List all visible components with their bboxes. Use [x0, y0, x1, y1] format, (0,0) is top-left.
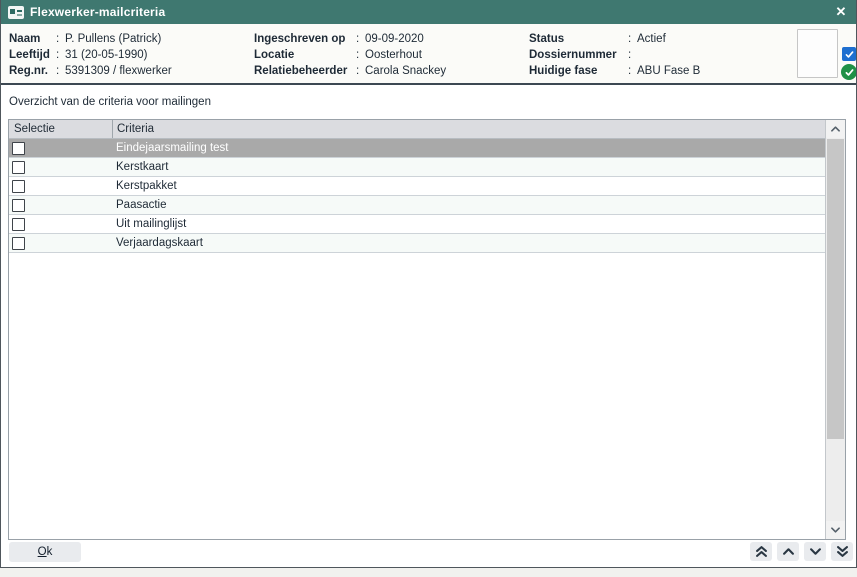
field-relatiebeheerder: Relatiebeheerder : Carola Snackey	[254, 63, 446, 79]
contact-card-icon	[8, 6, 24, 19]
field-colon: :	[356, 47, 365, 63]
field-label: Ingeschreven op	[254, 31, 356, 47]
table-row[interactable]: Verjaardagskaart	[9, 234, 825, 253]
table-row[interactable]: Paasactie	[9, 196, 825, 215]
titlebar: Flexwerker-mailcriteria ✕	[1, 0, 856, 24]
photo-placeholder	[797, 29, 838, 78]
field-label: Reg.nr.	[9, 63, 56, 79]
selection-checkbox[interactable]	[12, 142, 25, 155]
field-value: ABU Fase B	[637, 63, 700, 79]
vertical-scrollbar[interactable]	[825, 120, 845, 539]
close-icon[interactable]: ✕	[832, 3, 850, 21]
field-colon: :	[56, 63, 65, 79]
header-column-1: Naam : P. Pullens (Patrick) Leeftijd : 3…	[9, 31, 172, 79]
field-colon: :	[56, 47, 65, 63]
table-row[interactable]: Eindejaarsmailing test	[9, 139, 825, 158]
field-label: Locatie	[254, 47, 356, 63]
window-title: Flexwerker-mailcriteria	[30, 5, 165, 19]
selection-checkbox[interactable]	[12, 199, 25, 212]
criteria-label: Paasactie	[116, 199, 167, 211]
field-colon: :	[628, 31, 637, 47]
field-label: Dossiernummer	[529, 47, 628, 63]
field-leeftijd: Leeftijd : 31 (20-05-1990)	[9, 47, 172, 63]
field-value: Actief	[637, 31, 666, 47]
flexwerker-mailcriteria-dialog: Flexwerker-mailcriteria ✕ Naam : P. Pull…	[0, 0, 857, 568]
criteria-label: Kerstkaart	[116, 161, 168, 173]
field-colon: :	[356, 63, 365, 79]
header-column-3: Status : Actief Dossiernummer : Huidige …	[529, 31, 700, 79]
field-ingeschreven-op: Ingeschreven op : 09-09-2020	[254, 31, 446, 47]
ok-rest: k	[47, 546, 53, 558]
selection-checkbox[interactable]	[12, 180, 25, 193]
criteria-table: Selectie Criteria Eindejaarsmailing test…	[8, 119, 846, 540]
field-value: 5391309 / flexwerker	[65, 63, 172, 79]
criteria-label: Eindejaarsmailing test	[116, 142, 229, 154]
green-approved-check-icon[interactable]	[841, 64, 857, 80]
field-label: Leeftijd	[9, 47, 56, 63]
person-info-header: Naam : P. Pullens (Patrick) Leeftijd : 3…	[1, 24, 856, 85]
table-row[interactable]: Uit mailinglijst	[9, 215, 825, 234]
field-colon: :	[356, 31, 365, 47]
field-value: 31 (20-05-1990)	[65, 47, 147, 63]
field-colon: :	[628, 47, 637, 63]
overview-label: Overzicht van de criteria voor mailingen	[9, 96, 211, 108]
field-label: Naam	[9, 31, 56, 47]
header-column-2: Ingeschreven op : 09-09-2020 Locatie : O…	[254, 31, 446, 79]
criteria-label: Kerstpakket	[116, 180, 177, 192]
ok-accesskey: O	[38, 546, 47, 558]
previous-record-button[interactable]	[777, 542, 799, 561]
field-label: Relatiebeheerder	[254, 63, 356, 79]
field-label: Status	[529, 31, 628, 47]
column-header-selectie: Selectie	[9, 120, 113, 138]
field-status: Status : Actief	[529, 31, 700, 47]
field-huidige-fase: Huidige fase : ABU Fase B	[529, 63, 700, 79]
selection-checkbox[interactable]	[12, 161, 25, 174]
last-record-button[interactable]	[831, 542, 853, 561]
column-header-criteria: Criteria	[113, 120, 154, 138]
table-row[interactable]: Kerstkaart	[9, 158, 825, 177]
scroll-up-icon[interactable]	[826, 120, 845, 138]
field-regnr: Reg.nr. : 5391309 / flexwerker	[9, 63, 172, 79]
field-dossiernummer: Dossiernummer :	[529, 47, 700, 63]
criteria-label: Uit mailinglijst	[116, 218, 186, 230]
criteria-label: Verjaardagskaart	[116, 237, 203, 249]
window-bottom-strip	[0, 568, 857, 577]
selection-checkbox[interactable]	[12, 237, 25, 250]
blue-checked-checkbox-icon[interactable]	[842, 47, 856, 61]
record-navigation	[750, 542, 853, 561]
field-colon: :	[628, 63, 637, 79]
field-locatie: Locatie : Oosterhout	[254, 47, 446, 63]
field-colon: :	[56, 31, 65, 47]
scroll-down-icon[interactable]	[826, 521, 845, 539]
field-naam: Naam : P. Pullens (Patrick)	[9, 31, 172, 47]
field-value: Oosterhout	[365, 47, 422, 63]
ok-button[interactable]: Ok	[9, 542, 81, 562]
field-value: P. Pullens (Patrick)	[65, 31, 161, 47]
field-value: 09-09-2020	[365, 31, 424, 47]
scrollbar-thumb[interactable]	[827, 139, 844, 439]
table-row[interactable]: Kerstpakket	[9, 177, 825, 196]
field-label: Huidige fase	[529, 63, 628, 79]
next-record-button[interactable]	[804, 542, 826, 561]
first-record-button[interactable]	[750, 542, 772, 561]
field-value: Carola Snackey	[365, 63, 446, 79]
table-header-row: Selectie Criteria	[9, 120, 825, 139]
selection-checkbox[interactable]	[12, 218, 25, 231]
